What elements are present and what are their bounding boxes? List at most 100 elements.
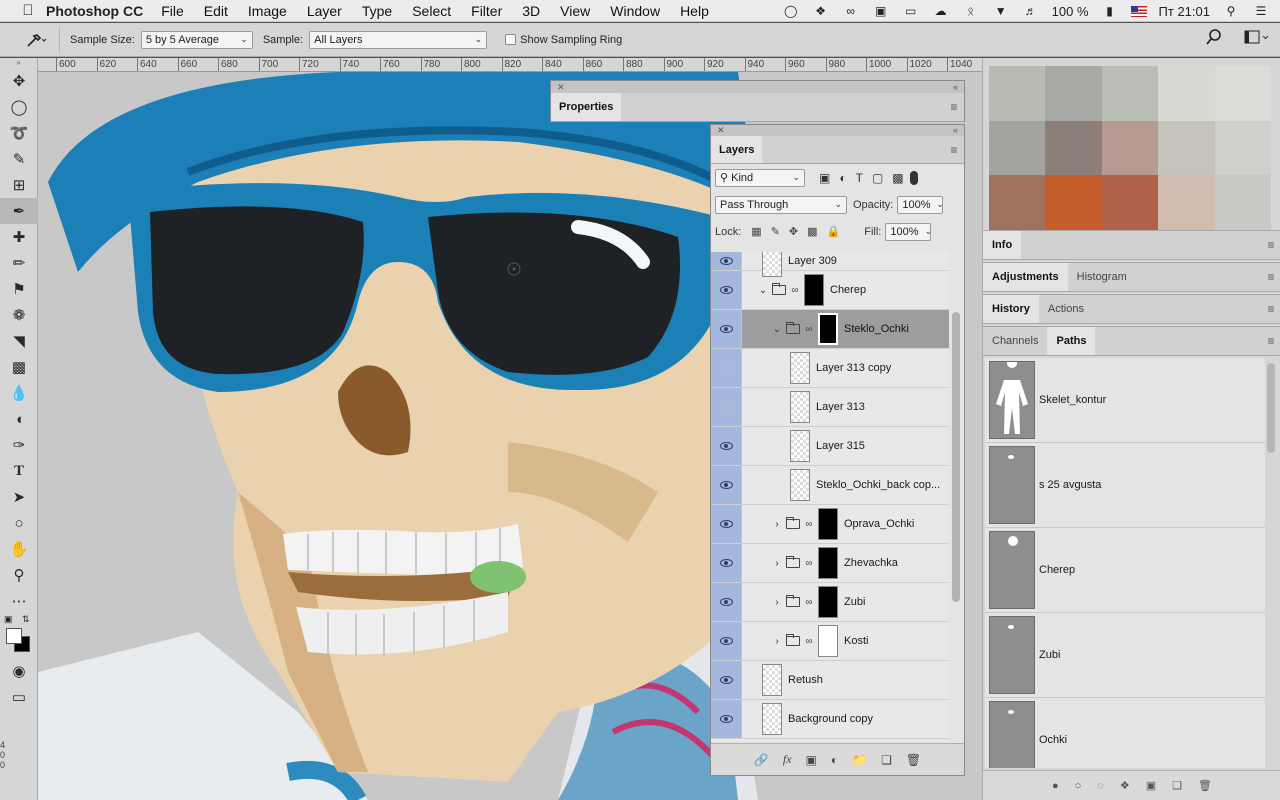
- menu-file[interactable]: File: [161, 3, 184, 19]
- panel-menu-icon[interactable]: ≡: [1261, 263, 1280, 291]
- status-icon[interactable]: ◯: [782, 4, 800, 18]
- layer-row[interactable]: Background copy: [711, 700, 949, 739]
- layer-row[interactable]: › ∞ Zhevachka: [711, 544, 949, 583]
- creative-cloud-icon[interactable]: ∞: [842, 4, 860, 18]
- layer-thumbnail[interactable]: [818, 547, 838, 579]
- menu-select[interactable]: Select: [412, 3, 451, 19]
- layer-thumbnail[interactable]: [818, 508, 838, 540]
- quick-selection-tool-icon[interactable]: ✎: [0, 146, 38, 172]
- layer-name[interactable]: Retush: [788, 674, 823, 686]
- close-icon[interactable]: ✕: [557, 81, 565, 93]
- bluetooth-icon[interactable]: ᛟ: [962, 4, 980, 18]
- paths-scrollbar[interactable]: [1267, 363, 1275, 763]
- visibility-toggle[interactable]: [711, 622, 742, 660]
- chevron-right-icon[interactable]: ›: [772, 519, 782, 530]
- tab-adjustments[interactable]: Adjustments: [983, 263, 1068, 291]
- adjustment-filter-icon[interactable]: ◐: [839, 171, 846, 185]
- panel-menu-icon[interactable]: ≡: [944, 93, 964, 121]
- lock-image-icon[interactable]: ✎: [771, 225, 780, 238]
- tab-channels[interactable]: Channels: [983, 327, 1047, 355]
- visibility-toggle[interactable]: [711, 661, 742, 699]
- layer-row[interactable]: Layer 313: [711, 388, 949, 427]
- volume-icon[interactable]: ♬: [1022, 4, 1040, 18]
- visibility-toggle[interactable]: [711, 583, 742, 621]
- blur-tool-icon[interactable]: 💧: [0, 380, 38, 406]
- path-row[interactable]: s 25 avgusta: [985, 443, 1265, 528]
- type-tool-icon[interactable]: T: [0, 458, 38, 484]
- color-swatch[interactable]: [1214, 120, 1271, 176]
- layer-row[interactable]: ⌄ ∞ Cherep: [711, 271, 949, 310]
- color-swatch[interactable]: [1045, 175, 1102, 230]
- layer-row[interactable]: › ∞ Kosti: [711, 622, 949, 661]
- tab-properties[interactable]: Properties: [551, 93, 622, 121]
- path-row[interactable]: Ochki: [985, 698, 1265, 768]
- make-work-path-icon[interactable]: ❖: [1120, 779, 1130, 792]
- foreground-color[interactable]: [6, 628, 22, 644]
- screen-mode-icon[interactable]: ▭: [0, 684, 38, 710]
- link-icon[interactable]: ∞: [804, 558, 814, 569]
- sampling-ring-checkbox[interactable]: [505, 34, 517, 45]
- scroll-thumb[interactable]: [1267, 363, 1275, 453]
- color-swatches[interactable]: ▣ ⇅: [0, 614, 37, 658]
- zoom-tool-icon[interactable]: ⚲: [0, 562, 38, 588]
- menu-image[interactable]: Image: [248, 3, 287, 19]
- collapse-icon[interactable]: «: [953, 81, 958, 93]
- clock[interactable]: Пт 21:01: [1159, 4, 1210, 19]
- visibility-toggle[interactable]: [711, 310, 742, 348]
- layer-name[interactable]: Layer 313 copy: [816, 362, 891, 374]
- gradient-tool-icon[interactable]: ▩: [0, 354, 38, 380]
- lock-transparent-icon[interactable]: ▦: [751, 225, 761, 238]
- trash-icon[interactable]: 🗑: [906, 753, 921, 767]
- visibility-toggle[interactable]: [711, 271, 742, 309]
- link-layers-icon[interactable]: 🔗: [754, 753, 769, 767]
- app-name[interactable]: Photoshop CC: [46, 3, 143, 19]
- blend-mode-select[interactable]: Pass Through ⌄: [715, 195, 847, 214]
- chevron-right-icon[interactable]: ›: [772, 636, 782, 647]
- panel-menu-icon[interactable]: ≡: [1261, 231, 1280, 259]
- path-name[interactable]: s 25 avgusta: [1039, 479, 1101, 491]
- layer-thumbnail[interactable]: [790, 352, 810, 384]
- color-swatch[interactable]: [1045, 66, 1102, 121]
- visibility-toggle[interactable]: [711, 427, 742, 465]
- color-swatch[interactable]: [1101, 175, 1159, 230]
- collapse-icon[interactable]: «: [953, 125, 958, 136]
- search-icon[interactable]: [1206, 29, 1222, 45]
- path-selection-tool-icon[interactable]: ➤: [0, 484, 38, 510]
- layer-thumbnail[interactable]: [818, 625, 838, 657]
- menu-layer[interactable]: Layer: [307, 3, 342, 19]
- layer-row[interactable]: ⌄ ∞ Steklo_Ochki: [711, 310, 949, 349]
- horizontal-ruler[interactable]: 600 620 640 660 680 700 720 740 760 780 800 820 840 8…: [38, 58, 982, 72]
- path-row[interactable]: Skelet_kontur: [985, 358, 1265, 443]
- menu-help[interactable]: Help: [680, 3, 709, 19]
- tab-info[interactable]: Info: [983, 231, 1022, 259]
- dodge-tool-icon[interactable]: ◖: [0, 406, 38, 432]
- smart-object-filter-icon[interactable]: ▩: [892, 171, 903, 185]
- brush-tool-icon[interactable]: ✏: [0, 250, 38, 276]
- stroke-path-icon[interactable]: ○: [1075, 780, 1082, 792]
- menu-edit[interactable]: Edit: [204, 3, 228, 19]
- path-row[interactable]: Cherep: [985, 528, 1265, 613]
- layer-row[interactable]: › ∞ Oprava_Ochki: [711, 505, 949, 544]
- link-icon[interactable]: ∞: [790, 285, 800, 296]
- swap-colors-icon[interactable]: ⇅: [22, 614, 30, 625]
- chevron-right-icon[interactable]: ›: [772, 597, 782, 608]
- sample-size-select[interactable]: 5 by 5 Average ⌄: [140, 30, 253, 49]
- layer-row[interactable]: › ∞ Zubi: [711, 583, 949, 622]
- vertical-ruler[interactable]: 4 0 0: [0, 740, 10, 800]
- fx-icon[interactable]: fx: [783, 752, 792, 767]
- panel-menu-icon[interactable]: ≡: [1261, 295, 1280, 323]
- color-swatch[interactable]: [1158, 175, 1215, 230]
- layer-row[interactable]: Layer 313 copy: [711, 349, 949, 388]
- healing-brush-tool-icon[interactable]: ✚: [0, 224, 38, 250]
- menu-3d[interactable]: 3D: [522, 3, 540, 19]
- close-icon[interactable]: ✕: [717, 125, 725, 136]
- color-swatch[interactable]: [1214, 175, 1271, 230]
- color-swatch[interactable]: [1101, 120, 1159, 176]
- layer-name[interactable]: Layer 309: [788, 255, 837, 267]
- visibility-toggle[interactable]: [711, 349, 742, 387]
- path-row[interactable]: Zubi: [985, 613, 1265, 698]
- lock-position-icon[interactable]: ✥: [789, 225, 798, 238]
- lock-artboard-icon[interactable]: ▩: [807, 225, 817, 238]
- wifi-icon[interactable]: ▼: [992, 4, 1010, 18]
- marquee-tool-icon[interactable]: ◯: [0, 94, 38, 120]
